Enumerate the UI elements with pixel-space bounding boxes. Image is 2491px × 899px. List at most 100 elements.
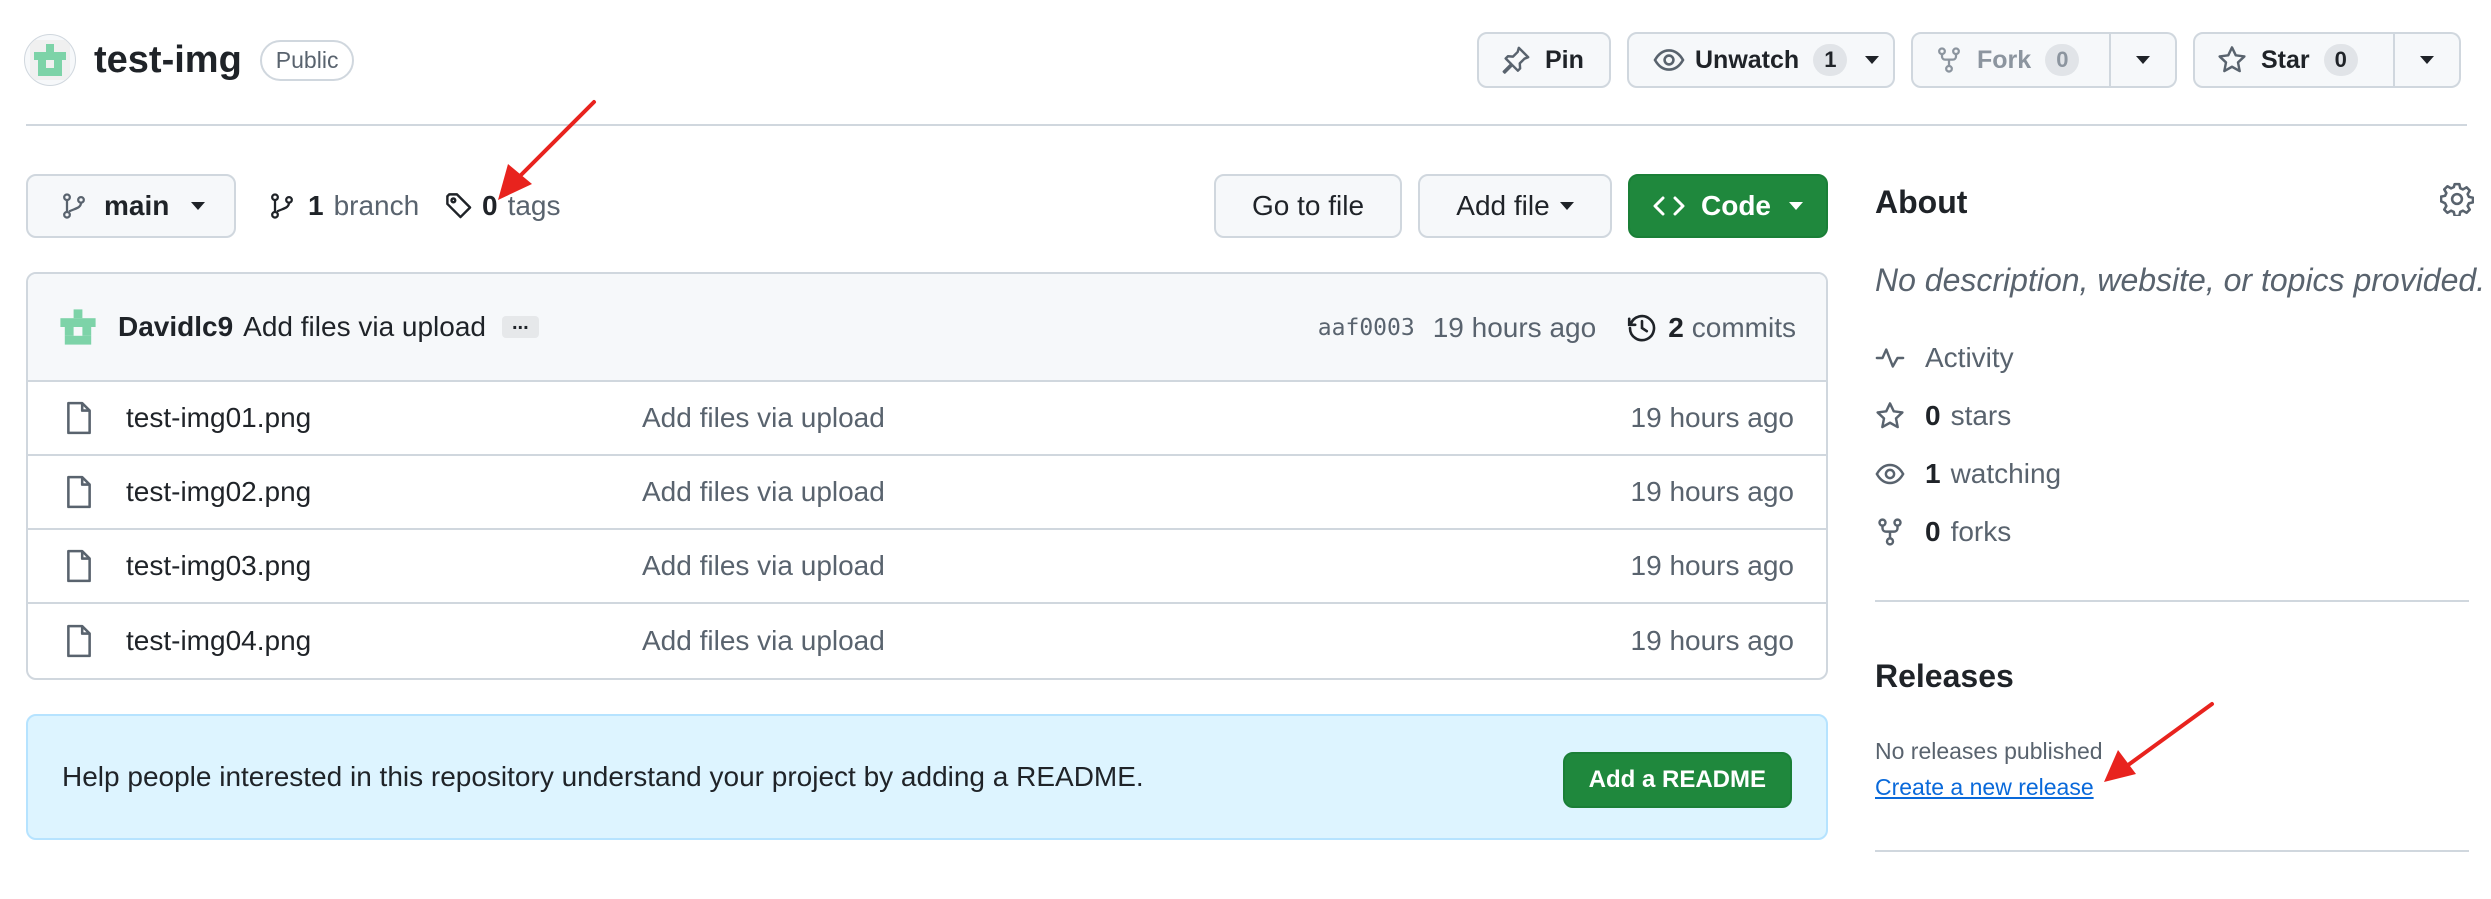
releases-title[interactable]: Releases (1875, 658, 2014, 695)
watching-count: 1 (1925, 458, 1941, 489)
table-row[interactable]: test-img03.png Add files via upload 19 h… (28, 530, 1826, 604)
pulse-icon (1875, 343, 1905, 373)
file-commit-message[interactable]: Add files via upload (642, 625, 885, 657)
file-icon (64, 401, 94, 435)
chevron-down-icon[interactable] (1865, 56, 1880, 64)
visibility-badge: Public (259, 39, 355, 81)
file-time: 19 hours ago (1630, 476, 1794, 507)
file-commit-message[interactable]: Add files via upload (642, 550, 885, 582)
branch-name: main (104, 190, 170, 221)
author-avatar-icon[interactable] (56, 305, 100, 349)
add-readme-button[interactable]: Add a README (1562, 752, 1792, 808)
commit-sha[interactable]: aaf0003 (1318, 315, 1415, 341)
fork-count: 0 (2045, 44, 2080, 76)
star-button-group: Star 0 (2193, 32, 2461, 88)
watching-link[interactable]: 1 watching (1875, 458, 2061, 490)
commit-author[interactable]: Davidlc9 (118, 311, 233, 343)
table-row[interactable]: test-img04.png Add files via upload 19 h… (28, 604, 1826, 678)
about-description: No description, website, or topics provi… (1875, 262, 2486, 298)
file-name[interactable]: test-img03.png (126, 550, 311, 582)
chevron-down-icon (2420, 56, 2434, 64)
star-count: 0 (2323, 44, 2358, 76)
create-release-link[interactable]: Create a new release (1875, 774, 2094, 801)
watching-label: watching (1950, 458, 2062, 489)
file-commit-message[interactable]: Add files via upload (642, 402, 885, 434)
star-icon (2217, 45, 2247, 75)
branch-count: 1 (308, 190, 324, 221)
unwatch-button[interactable]: Unwatch 1 (1627, 32, 1895, 88)
star-button[interactable]: Star 0 (2193, 32, 2395, 88)
tag-label: tags (507, 190, 561, 221)
releases-empty-text: No releases published (1875, 738, 2103, 764)
fork-label: Fork (1977, 45, 2032, 74)
file-icon (64, 475, 94, 509)
commit-meta: aaf0003 19 hours ago 2 commits (1318, 274, 1796, 382)
file-commit-message[interactable]: Add files via upload (642, 476, 885, 508)
repo-name[interactable]: test-img (94, 39, 242, 82)
annotation-arrow (2104, 702, 2214, 782)
chevron-down-icon (191, 202, 206, 210)
readme-banner-text: Help people interested in this repositor… (62, 761, 1144, 792)
stars-label: stars (1950, 400, 2012, 431)
watch-count: 1 (1813, 44, 1848, 76)
commit-count: 2 (1668, 312, 1684, 343)
repo-avatar-icon[interactable] (24, 34, 76, 86)
repo-header: test-img Public (24, 34, 355, 86)
tag-count: 0 (482, 190, 498, 221)
fork-button[interactable]: Fork 0 (1911, 32, 2111, 88)
forks-label: forks (1950, 516, 2012, 547)
star-label: Star (2261, 45, 2310, 74)
fork-icon (1875, 517, 1905, 547)
readme-banner: Help people interested in this repositor… (26, 714, 1828, 840)
sidebar-divider (1875, 850, 2469, 852)
stars-link[interactable]: 0 stars (1875, 400, 2011, 432)
file-time: 19 hours ago (1630, 550, 1794, 581)
file-icon (64, 624, 94, 658)
forks-count: 0 (1925, 516, 1941, 547)
file-name[interactable]: test-img04.png (126, 625, 311, 657)
file-list: Davidlc9 Add files via upload ... aaf000… (26, 272, 1828, 680)
fork-dropdown-button[interactable] (2111, 32, 2177, 88)
eye-icon (1653, 44, 1685, 76)
branches-link[interactable]: 1 branch (268, 190, 419, 222)
table-row[interactable]: test-img02.png Add files via upload 19 h… (28, 456, 1826, 530)
gear-icon[interactable] (2440, 182, 2474, 216)
git-branch-icon (268, 192, 296, 220)
commit-message[interactable]: Add files via upload (243, 311, 486, 343)
chevron-down-icon (1559, 202, 1574, 210)
latest-commit-row: Davidlc9 Add files via upload ... aaf000… (28, 274, 1826, 382)
eye-icon (1875, 459, 1905, 489)
history-icon (1626, 312, 1658, 344)
fork-button-group: Fork 0 (1911, 32, 2177, 88)
pin-icon (1501, 45, 1531, 75)
branch-label: branch (333, 190, 420, 221)
code-icon (1653, 190, 1685, 222)
commit-expand-button[interactable]: ... (502, 313, 539, 338)
commit-time: 19 hours ago (1432, 312, 1597, 343)
file-name[interactable]: test-img02.png (126, 476, 311, 508)
chevron-down-icon (2136, 56, 2150, 64)
forks-link[interactable]: 0 forks (1875, 516, 2011, 548)
about-title: About (1875, 184, 1968, 220)
tags-link[interactable]: 0 tags (444, 190, 561, 222)
commit-label: commits (1691, 312, 1796, 343)
star-dropdown-button[interactable] (2395, 32, 2461, 88)
code-button[interactable]: Code (1628, 174, 1828, 238)
repo-actions: Pin Unwatch 1 Fork 0 Star 0 (1477, 32, 2461, 88)
go-to-file-button[interactable]: Go to file (1214, 174, 1402, 238)
tag-icon (444, 191, 474, 221)
table-row[interactable]: test-img01.png Add files via upload 19 h… (28, 382, 1826, 456)
pin-button[interactable]: Pin (1477, 32, 1611, 88)
annotation-arrow (498, 100, 596, 200)
branch-selector-button[interactable]: main (26, 174, 236, 238)
git-branch-icon (60, 192, 88, 220)
fork-icon (1935, 46, 1963, 74)
add-file-button[interactable]: Add file (1418, 174, 1612, 238)
activity-link[interactable]: Activity (1875, 342, 2014, 374)
commits-link[interactable]: 2 commits (1626, 312, 1796, 344)
file-name[interactable]: test-img01.png (126, 402, 311, 434)
pin-label: Pin (1545, 45, 1584, 74)
file-time: 19 hours ago (1630, 625, 1794, 656)
code-label: Code (1701, 190, 1771, 221)
file-icon (64, 549, 94, 583)
